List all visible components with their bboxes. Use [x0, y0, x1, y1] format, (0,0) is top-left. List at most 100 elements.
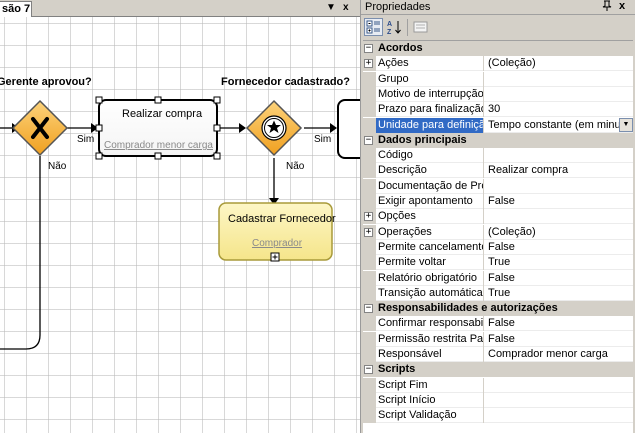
property-value[interactable]: (Coleção) — [485, 56, 633, 71]
property-value[interactable] — [485, 87, 633, 102]
property-row[interactable]: Relatório obrigatório False — [363, 270, 633, 286]
property-row[interactable]: + Opções — [363, 209, 633, 225]
svg-text:Z: Z — [387, 29, 392, 35]
property-name: Script Início — [376, 392, 484, 408]
property-value[interactable]: (Coleção) — [485, 225, 633, 240]
row-gutter — [363, 148, 376, 164]
property-value[interactable]: True — [485, 255, 633, 270]
property-name: Documentação de Proces — [376, 178, 484, 194]
row-gutter — [363, 86, 376, 102]
properties-toolbar: A Z — [361, 16, 635, 39]
property-row[interactable]: Unidade para definição deTempo constante… — [363, 117, 633, 133]
property-category-0[interactable]: − Acordos — [363, 41, 633, 56]
row-gutter — [363, 270, 376, 286]
expand-property-icon[interactable]: + — [364, 59, 373, 69]
row-gutter — [363, 163, 376, 179]
row-gutter: + — [363, 209, 376, 225]
property-row[interactable]: Prazo para finalização 30 — [363, 102, 633, 118]
property-row[interactable]: Script Fim — [363, 377, 633, 393]
property-name: Relatório obrigatório — [376, 270, 484, 286]
close-panel-icon[interactable]: x — [619, 0, 625, 12]
property-row[interactable]: Confirmar responsabilidaFalse — [363, 316, 633, 332]
property-row[interactable]: Responsável Comprador menor carga — [363, 347, 633, 362]
value-dropdown-icon[interactable]: ▼ — [619, 117, 633, 132]
row-gutter — [363, 331, 376, 347]
property-name: Exigir apontamento — [376, 194, 484, 209]
property-row[interactable]: Grupo — [363, 71, 633, 87]
property-value[interactable] — [485, 72, 633, 87]
property-name: Permite voltar — [376, 255, 484, 271]
property-row[interactable]: Descrição Realizar compra — [363, 163, 633, 179]
property-name: Opções — [376, 209, 484, 225]
category-name: Scripts — [378, 363, 416, 376]
property-value[interactable] — [485, 378, 633, 393]
expand-property-icon[interactable]: + — [364, 212, 373, 222]
gateway1-question-label: Gerente aprovou? — [0, 76, 92, 88]
tab-list-dropdown-icon[interactable]: ▼ — [326, 1, 336, 15]
categorized-icon — [366, 20, 380, 34]
document-tab[interactable]: são 7 — [0, 1, 32, 17]
property-category-3[interactable]: − Scripts — [363, 362, 633, 378]
property-row[interactable]: + Ações (Coleção) — [363, 56, 633, 72]
collapse-category-icon[interactable]: − — [364, 135, 373, 145]
property-row[interactable]: + Operações (Coleção) — [363, 224, 633, 240]
close-document-icon[interactable]: x — [343, 1, 349, 15]
property-value[interactable]: Realizar compra — [485, 163, 633, 178]
collapse-category-icon[interactable]: − — [364, 44, 373, 53]
gateway1-sim-label: Sim — [77, 134, 95, 145]
property-name: Grupo — [376, 71, 484, 87]
property-name: Operações — [376, 224, 484, 240]
alphabetical-view-button[interactable]: A Z — [385, 18, 404, 36]
task2-role-link[interactable]: Comprador — [252, 238, 302, 249]
property-row[interactable]: Permite voltar True — [363, 255, 633, 271]
property-row[interactable]: Script Validação — [363, 408, 633, 424]
collapse-category-icon[interactable]: − — [364, 304, 373, 314]
property-pages-button[interactable] — [411, 18, 430, 36]
property-grid[interactable]: − Acordos + Ações (Coleção) Grupo Motivo de in… — [363, 40, 633, 433]
diagram-canvas[interactable]: Gerente aprovou? Fornecedor cadastrado? … — [0, 17, 360, 433]
property-row[interactable]: Documentação de Proces — [363, 178, 633, 194]
property-value[interactable]: False — [485, 240, 633, 255]
task-cadastrar-fornecedor-shape — [218, 202, 333, 262]
property-value[interactable] — [485, 179, 633, 194]
property-value[interactable]: 30 — [485, 102, 633, 117]
property-name: Script Fim — [376, 377, 484, 393]
property-value[interactable]: True — [485, 286, 633, 301]
property-value[interactable]: False — [485, 316, 633, 331]
property-category-2[interactable]: − Responsabilidades e autorizações — [363, 301, 633, 317]
row-gutter: + — [363, 56, 376, 72]
task1-role-link[interactable]: Comprador menor carga — [104, 140, 213, 151]
properties-panel: Propriedades x A Z − Acordos + Ações (Co… — [361, 0, 635, 433]
property-row[interactable]: Transição automática True — [363, 285, 633, 301]
property-row[interactable]: Código — [363, 148, 633, 164]
gateway2-sim-label: Sim — [314, 134, 332, 145]
category-name: Acordos — [378, 42, 423, 54]
property-row[interactable]: Script Início — [363, 392, 633, 408]
process-designer: são 7 ▼ x Gerente aprovou? Fornecedor ca… — [0, 0, 361, 433]
property-row[interactable]: Permissão restrita PapelFalse — [363, 331, 633, 347]
row-gutter — [363, 285, 376, 301]
property-row[interactable]: Permite cancelamento peFalse — [363, 239, 633, 255]
property-value[interactable] — [485, 148, 633, 163]
property-value[interactable]: False — [485, 271, 633, 286]
categorized-view-button[interactable] — [364, 18, 383, 36]
property-row[interactable]: Motivo de interrupção de — [363, 86, 633, 102]
row-gutter — [363, 377, 376, 393]
pin-icon[interactable] — [602, 0, 612, 15]
property-value[interactable] — [485, 209, 633, 224]
property-category-1[interactable]: − Dados principais — [363, 132, 633, 148]
property-value[interactable]: False — [485, 194, 633, 209]
row-gutter — [363, 71, 376, 87]
property-value[interactable] — [485, 393, 633, 408]
row-gutter — [363, 347, 376, 362]
gateway2-nao-label: Não — [286, 161, 305, 172]
expand-property-icon[interactable]: + — [364, 227, 373, 237]
property-value[interactable]: False — [485, 332, 633, 347]
property-value[interactable]: Tempo constante (em minutos) — [485, 118, 633, 133]
collapse-category-icon[interactable]: − — [364, 365, 373, 375]
svg-text:A: A — [387, 21, 392, 28]
property-row[interactable]: Exigir apontamento False — [363, 194, 633, 209]
property-name: Permissão restrita Papel — [378, 331, 484, 347]
property-value[interactable]: Comprador menor carga — [485, 347, 633, 362]
property-value[interactable] — [485, 408, 633, 423]
